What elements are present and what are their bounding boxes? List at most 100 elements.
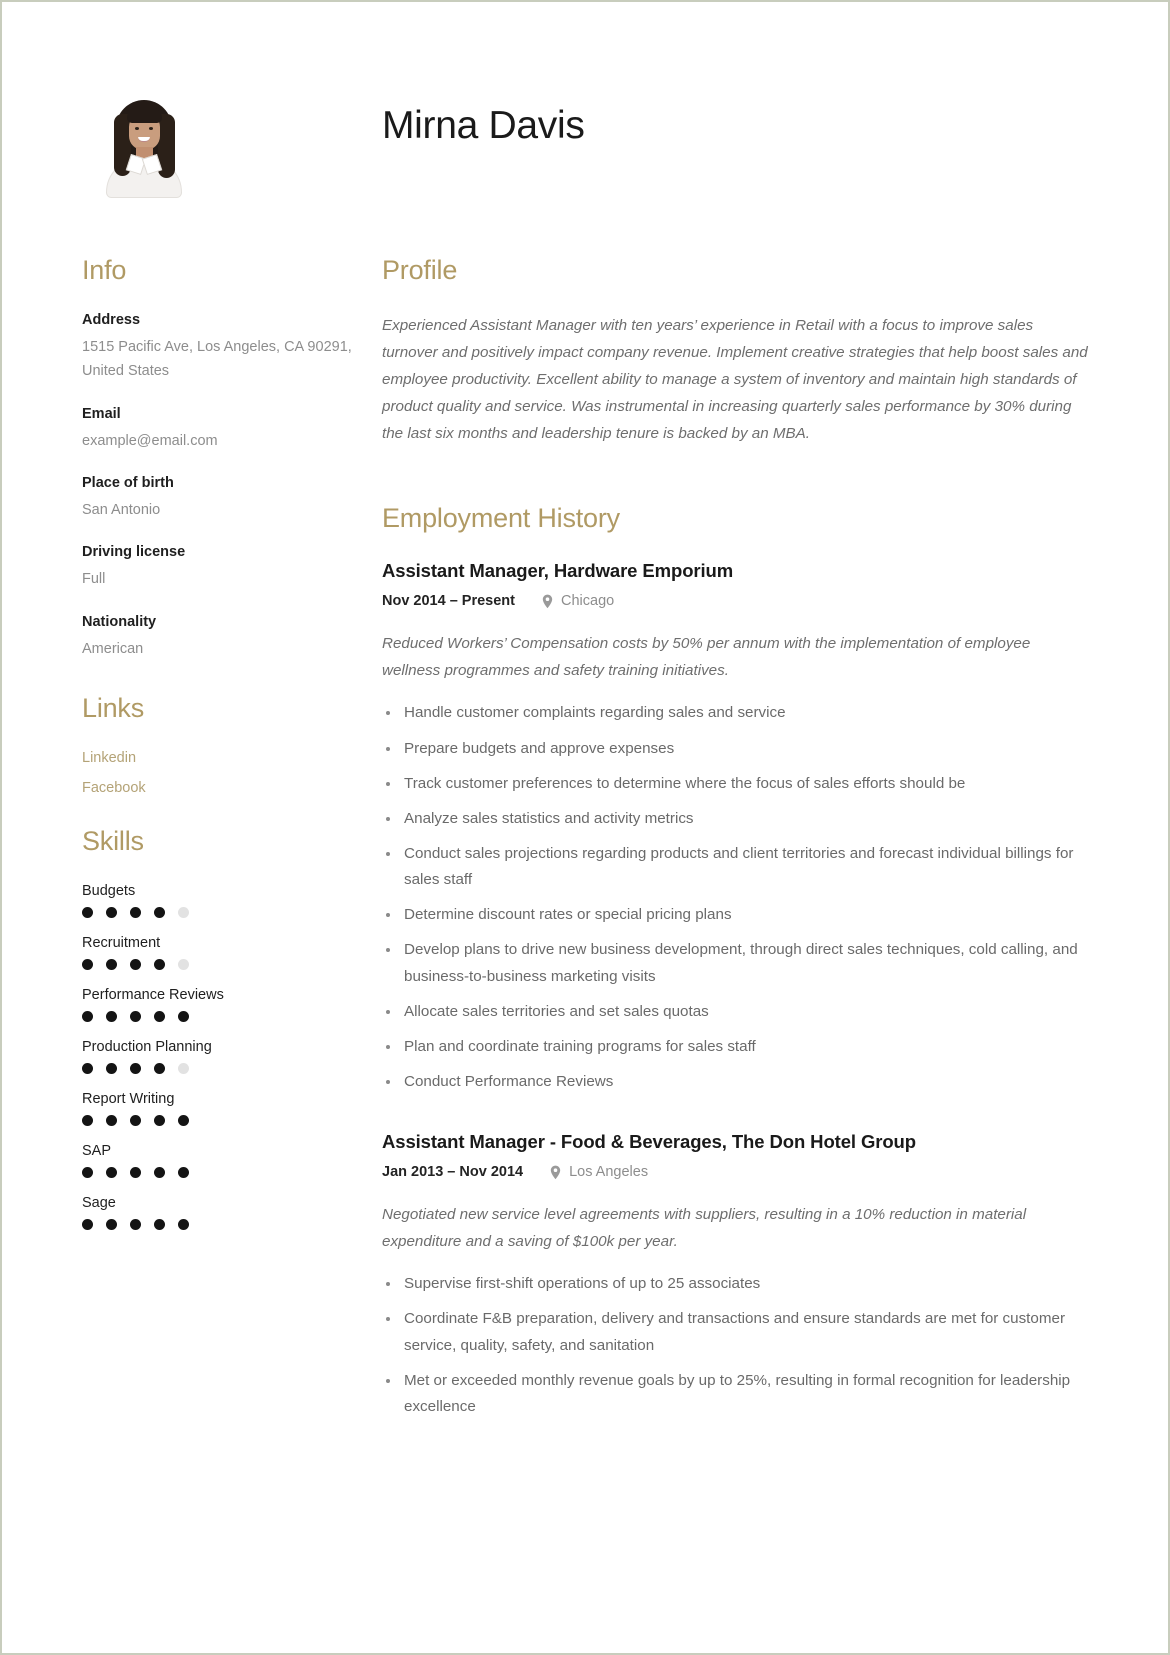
rating-dot-filled <box>154 1167 165 1179</box>
job-summary: Reduced Workers’ Compensation costs by 5… <box>382 635 1031 679</box>
job-summary: Negotiated new service level agreements … <box>382 1206 1027 1250</box>
job-title: Assistant Manager - Food & Beverages, Th… <box>382 1131 916 1153</box>
rating-dot-filled <box>106 1167 117 1179</box>
rating-dot-filled <box>82 1167 93 1179</box>
info-section: Info Address 1515 Pacific Ave, Los Angel… <box>82 255 354 661</box>
job-bullet: Met or exceeded monthly revenue goals by… <box>382 1368 1090 1420</box>
skill-label: Sage <box>82 1195 116 1212</box>
rating-dot-filled <box>130 907 141 919</box>
rating-dot-filled <box>178 1167 189 1179</box>
rating-dot-filled <box>82 959 93 971</box>
main-content: Profile Experienced Assistant Manager wi… <box>382 255 1090 1613</box>
skill-rating <box>82 1063 354 1075</box>
job-bullet: Analyze sales statistics and activity me… <box>382 806 1090 832</box>
photo-container <box>82 80 382 198</box>
location-pin-icon <box>541 594 554 609</box>
info-label: Address <box>82 312 141 328</box>
job-bullet: Prepare budgets and approve expenses <box>382 736 1090 762</box>
rating-dot-empty <box>178 907 189 919</box>
skill-item: Recruitment <box>82 935 354 971</box>
skill-label: SAP <box>82 1143 112 1160</box>
skill-rating <box>82 1011 354 1023</box>
skill-item: Performance Reviews <box>82 987 354 1023</box>
resume-page: Mirna Davis Info Address 1515 Pacific Av… <box>0 0 1170 1655</box>
profile-text: Experienced Assistant Manager with ten y… <box>382 317 1088 443</box>
rating-dot-filled <box>178 1219 189 1231</box>
job-location: Chicago <box>541 593 614 609</box>
info-value: American <box>82 640 144 657</box>
profile-section: Profile Experienced Assistant Manager wi… <box>382 255 1090 447</box>
skill-label: Report Writing <box>82 1091 175 1108</box>
job-dates: Jan 2013 – Nov 2014 <box>382 1164 524 1181</box>
job-bullet: Handle customer complaints regarding sal… <box>382 700 1090 726</box>
employment-entry: Assistant Manager, Hardware Emporium Nov … <box>382 560 1090 1095</box>
rating-dot-filled <box>130 1219 141 1231</box>
info-value: 1515 Pacific Ave, Los Angeles, CA 90291,… <box>82 339 352 380</box>
rating-dot-filled <box>130 1167 141 1179</box>
job-meta: Jan 2013 – Nov 2014 Los Angeles <box>382 1164 1090 1180</box>
rating-dot-filled <box>82 1115 93 1127</box>
links-section: Links Linkedin Facebook <box>82 693 354 796</box>
skill-item: Production Planning <box>82 1039 354 1075</box>
skill-item: SAP <box>82 1143 354 1179</box>
skill-rating <box>82 1219 354 1231</box>
employment-entry: Assistant Manager - Food & Beverages, Th… <box>382 1131 1090 1420</box>
rating-dot-filled <box>154 907 165 919</box>
skill-item: Report Writing <box>82 1091 354 1127</box>
job-bullet: Supervise first-shift operations of up t… <box>382 1271 1090 1297</box>
job-meta: Nov 2014 – Present Chicago <box>382 593 1090 609</box>
info-label: Driving license <box>82 544 186 561</box>
rating-dot-filled <box>106 1115 117 1127</box>
skill-label: Performance Reviews <box>82 987 224 1004</box>
profile-section-title: Profile <box>382 255 458 285</box>
rating-dot-filled <box>82 1011 93 1023</box>
rating-dot-filled <box>154 1219 165 1231</box>
info-section-title: Info <box>82 255 127 285</box>
skill-label: Recruitment <box>82 935 161 952</box>
name-container: Mirna Davis <box>382 80 585 148</box>
rating-dot-filled <box>82 907 93 919</box>
job-bullet: Determine discount rates or special pric… <box>382 902 1090 928</box>
job-bullet: Plan and coordinate training programs fo… <box>382 1034 1090 1060</box>
job-location-label: Chicago <box>561 593 615 610</box>
skill-rating <box>82 1115 354 1127</box>
rating-dot-filled <box>82 1219 93 1231</box>
link-facebook[interactable]: Facebook <box>82 780 354 796</box>
employment-list: Assistant Manager, Hardware Emporium Nov … <box>382 560 1090 1420</box>
employment-section: Employment History Assistant Manager, Ha… <box>382 503 1090 1420</box>
resume-header: Mirna Davis <box>82 80 1090 255</box>
job-bullet: Track customer preferences to determine … <box>382 771 1090 797</box>
rating-dot-filled <box>154 1011 165 1023</box>
info-field-email: Email example@email.com <box>82 406 354 453</box>
portrait-photo <box>102 92 186 198</box>
job-bullet-list: Supervise first-shift operations of up t… <box>382 1271 1090 1420</box>
skill-rating <box>82 907 354 919</box>
resume-body: Info Address 1515 Pacific Ave, Los Angel… <box>82 255 1090 1613</box>
job-title: Assistant Manager, Hardware Emporium <box>382 560 734 582</box>
info-label: Place of birth <box>82 475 174 492</box>
job-dates: Nov 2014 – Present <box>382 593 515 610</box>
rating-dot-filled <box>154 959 165 971</box>
links-section-title: Links <box>82 693 145 724</box>
rating-dot-filled <box>130 1063 141 1075</box>
skills-section: Skills Budgets Recruitment Performance Rev… <box>82 826 354 1231</box>
job-bullet: Coordinate F&B preparation, delivery and… <box>382 1306 1090 1358</box>
link-linkedin[interactable]: Linkedin <box>82 750 354 766</box>
rating-dot-filled <box>130 959 141 971</box>
info-field-nationality: Nationality American <box>82 614 354 661</box>
resume-document: Mirna Davis Info Address 1515 Pacific Av… <box>2 2 1168 1653</box>
skill-label: Production Planning <box>82 1039 212 1056</box>
rating-dot-filled <box>130 1115 141 1127</box>
skill-label: Budgets <box>82 883 136 900</box>
skills-list: Budgets Recruitment Performance Reviews Pro… <box>82 883 354 1231</box>
info-value: Full <box>82 571 106 588</box>
skill-rating <box>82 1167 354 1179</box>
info-field-address: Address 1515 Pacific Ave, Los Angeles, C… <box>82 312 354 384</box>
rating-dot-filled <box>154 1115 165 1127</box>
info-label: Email <box>82 405 121 422</box>
rating-dot-filled <box>82 1063 93 1075</box>
rating-dot-empty <box>178 959 189 971</box>
page-title: Mirna Davis <box>382 104 585 147</box>
rating-dot-filled <box>106 959 117 971</box>
info-label: Nationality <box>82 613 157 630</box>
